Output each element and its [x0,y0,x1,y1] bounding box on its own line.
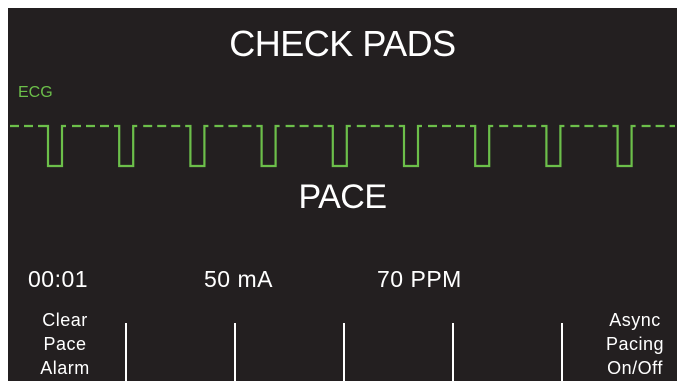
monitor-screen: CHECK PADS ECG PACE 00:01 50 mA 70 PPM C… [8,8,677,381]
async-pacing-toggle-softkey[interactable]: Async Pacing On/Off [593,308,677,381]
ecg-lead-label: ECG [18,84,53,101]
softkey-blank-3[interactable] [345,308,450,381]
clear-pace-alarm-softkey[interactable]: Clear Pace Alarm [30,308,100,381]
pacing-mode-label: PACE [298,178,387,216]
pacing-rate-readout: 70 PPM [377,266,462,292]
softkey-blank-4[interactable] [454,308,559,381]
softkey-label-line: On/Off [607,358,663,378]
softkey-label-line: Pacing [605,334,665,354]
softkey-bar: Clear Pace Alarm Async Pacing On/Off [8,308,677,381]
softkey-divider [561,323,563,381]
softkey-label-line: Alarm [40,358,90,378]
softkey-blank-1[interactable] [127,308,232,381]
softkey-label-line: Async [609,310,661,330]
softkey-blank-2[interactable] [236,308,341,381]
softkey-label-line: Clear [42,310,88,330]
alert-title: CHECK PADS [229,23,456,64]
pacing-current-readout: 50 mA [204,266,273,292]
ecg-waveform [10,124,675,168]
softkey-label-line: Pace [43,334,87,354]
elapsed-time-readout: 00:01 [28,266,89,292]
